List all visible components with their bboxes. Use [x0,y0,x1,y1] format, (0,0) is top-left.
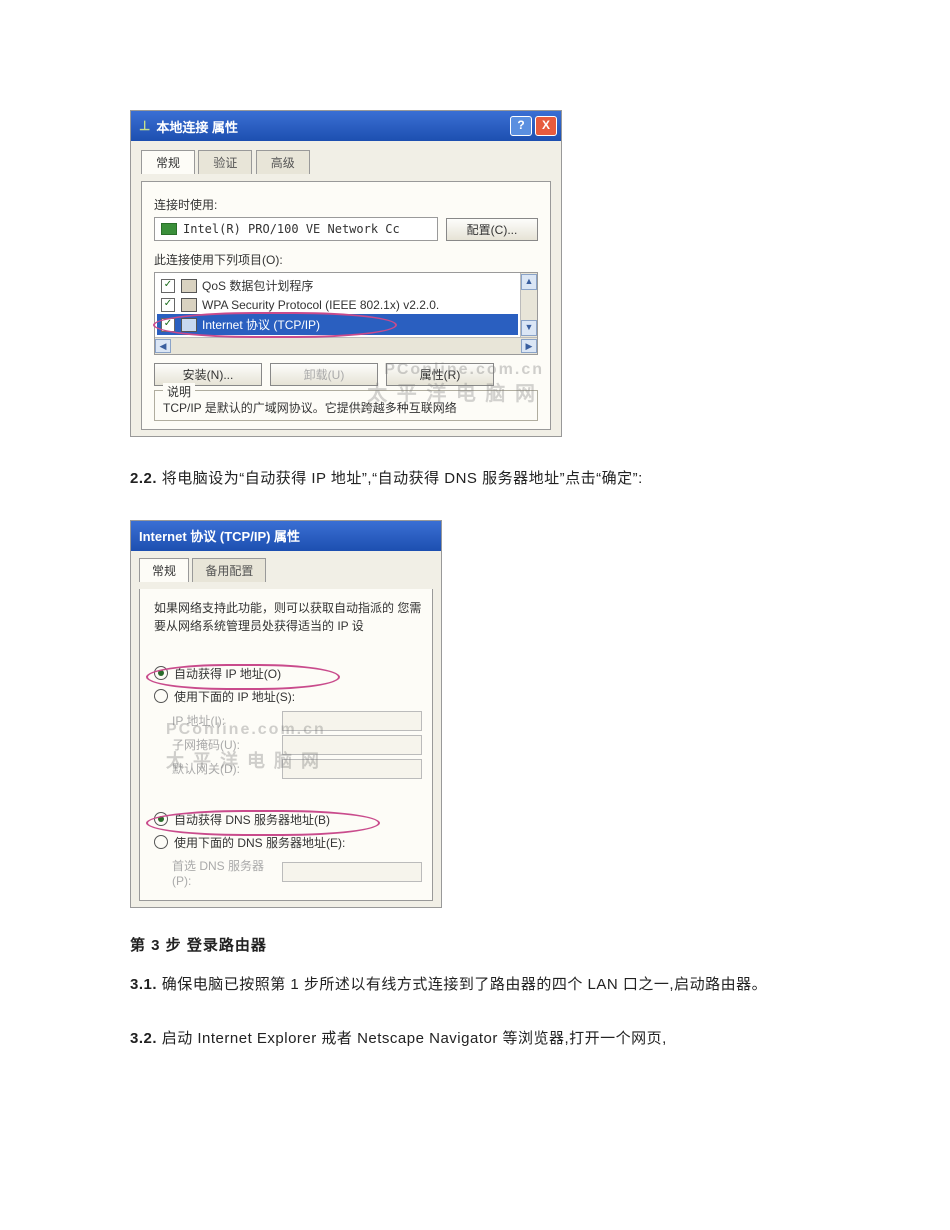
group-title: 说明 [163,383,195,400]
scroll-down-icon[interactable]: ▼ [521,320,537,336]
window-titlebar: Internet 协议 (TCP/IP) 属性 [131,521,441,551]
scroll-up-icon[interactable]: ▲ [521,274,537,290]
field-label: 默认网关(D): [172,760,282,777]
tab-general[interactable]: 常规 [141,150,195,174]
dns-primary-field: 首选 DNS 服务器(P): [172,857,422,888]
ip-input[interactable] [282,711,422,731]
paragraph-3-2: 3.2. 启动 Internet Explorer 戒者 Netscape Na… [130,1025,820,1054]
checkbox-icon[interactable]: ✓ [161,298,175,312]
tab-general[interactable]: 常规 [139,558,189,582]
tab-alt-config[interactable]: 备用配置 [192,558,266,582]
screenshot-local-connection-properties: ⊥ 本地连接 属性 ? X 常规 验证 高级 连接时使用: Intel(R) P… [130,110,562,437]
radio-icon[interactable] [154,835,168,849]
horizontal-scrollbar[interactable]: ◀ ▶ [155,337,537,354]
ip-input[interactable] [282,759,422,779]
ip-input[interactable] [282,735,422,755]
titlebar-icon: ⊥ [139,118,150,134]
list-item-selected[interactable]: ✓ Internet 协议 (TCP/IP) [157,314,518,335]
tab-panel: 如果网络支持此功能，则可以获取自动指派的 您需要从网络系统管理员处获得适当的 I… [139,589,433,901]
window-title: Internet 协议 (TCP/IP) 属性 [139,526,437,545]
nic-display: Intel(R) PRO/100 VE Network Cc [154,217,438,241]
radio-auto-ip[interactable]: 自动获得 IP 地址(O) [154,665,422,682]
radio-label: 使用下面的 IP 地址(S): [174,688,295,705]
protocol-icon [181,279,197,293]
uninstall-button[interactable]: 卸载(U) [270,363,378,386]
description-text: TCP/IP 是默认的广域网协议。它提供跨越多种互联网络 [163,399,529,416]
help-button[interactable]: ? [510,116,532,136]
close-button[interactable]: X [535,116,557,136]
field-label: 首选 DNS 服务器(P): [172,857,282,888]
radio-icon[interactable] [154,689,168,703]
list-item-label: Internet 协议 (TCP/IP) [202,316,320,333]
field-label: IP 地址(I): [172,712,282,729]
tab-panel: 连接时使用: Intel(R) PRO/100 VE Network Cc 配置… [141,181,551,430]
field-label: 子网掩码(U): [172,736,282,753]
nic-icon [161,223,177,235]
radio-manual-dns[interactable]: 使用下面的 DNS 服务器地址(E): [154,834,422,851]
nic-text: Intel(R) PRO/100 VE Network Cc [183,220,400,238]
screenshot-tcpip-properties: Internet 协议 (TCP/IP) 属性 常规 备用配置 如果网络支持此功… [130,520,442,908]
scroll-right-icon[interactable]: ▶ [521,339,537,353]
radio-icon[interactable] [154,812,168,826]
para-text: 启动 Internet Explorer 戒者 Netscape Navigat… [162,1030,667,1047]
radio-label: 使用下面的 DNS 服务器地址(E): [174,834,345,851]
checkbox-icon[interactable]: ✓ [161,279,175,293]
window-titlebar: ⊥ 本地连接 属性 ? X [131,111,561,141]
configure-button[interactable]: 配置(C)... [446,218,538,241]
button-row: 安装(N)... 卸载(U) 属性(R) PConline.com.cn [154,363,538,386]
paragraph-2-2: 2.2. 将电脑设为“自动获得 IP 地址”,“自动获得 DNS 服务器地址”点… [130,465,820,494]
radio-manual-ip[interactable]: 使用下面的 IP 地址(S): [154,688,422,705]
ip-input[interactable] [282,862,422,882]
items-label: 此连接使用下列项目(O): [154,251,538,268]
tab-auth[interactable]: 验证 [198,150,252,174]
radio-label: 自动获得 IP 地址(O) [174,665,281,682]
properties-button[interactable]: 属性(R) [386,363,494,386]
dialog-body: 常规 备用配置 如果网络支持此功能，则可以获取自动指派的 您需要从网络系统管理员… [131,551,441,907]
protocol-listbox[interactable]: ✓ QoS 数据包计划程序 ✓ WPA Security Protocol (I… [154,272,538,355]
connect-using-label: 连接时使用: [154,196,538,213]
list-item-label: QoS 数据包计划程序 [202,277,313,294]
description-text: 如果网络支持此功能，则可以获取自动指派的 您需要从网络系统管理员处获得适当的 I… [154,599,422,635]
description-group: 说明 TCP/IP 是默认的广域网协议。它提供跨越多种互联网络 太 平 洋 电 … [154,390,538,421]
radio-label: 自动获得 DNS 服务器地址(B) [174,811,330,828]
ip-address-field: IP 地址(I): [172,711,422,731]
vertical-scrollbar[interactable]: ▲ ▼ [520,273,537,337]
protocol-icon [181,298,197,312]
subnet-mask-field: 子网掩码(U): PConline.com.cn [172,735,422,755]
scroll-left-icon[interactable]: ◀ [155,339,171,353]
tab-strip: 常规 备用配置 [139,557,433,581]
paragraph-3-1: 3.1. 确保电脑已按照第 1 步所述以有线方式连接到了路由器的四个 LAN 口… [130,971,820,1000]
heading-step-3: 第 3 步 登录路由器 [130,934,820,955]
para-text: 将电脑设为“自动获得 IP 地址”,“自动获得 DNS 服务器地址”点击“确定”… [162,470,643,487]
tab-advanced[interactable]: 高级 [256,150,310,174]
protocol-icon [181,318,197,332]
list-item[interactable]: ✓ QoS 数据包计划程序 [157,275,518,296]
dialog-body: 常规 验证 高级 连接时使用: Intel(R) PRO/100 VE Netw… [131,141,561,436]
document-page: ⊥ 本地连接 属性 ? X 常规 验证 高级 连接时使用: Intel(R) P… [0,0,950,1160]
checkbox-icon[interactable]: ✓ [161,318,175,332]
radio-auto-dns[interactable]: 自动获得 DNS 服务器地址(B) [154,811,422,828]
list-item-label: WPA Security Protocol (IEEE 802.1x) v2.2… [202,298,439,312]
window-title: 本地连接 属性 [156,117,507,136]
list-item[interactable]: ✓ WPA Security Protocol (IEEE 802.1x) v2… [157,296,518,314]
radio-icon[interactable] [154,666,168,680]
gateway-field: 默认网关(D): 太 平 洋 电 脑 网 [172,759,422,779]
tab-strip: 常规 验证 高级 [141,149,551,173]
para-text: 确保电脑已按照第 1 步所述以有线方式连接到了路由器的四个 LAN 口之一,启动… [162,976,767,993]
